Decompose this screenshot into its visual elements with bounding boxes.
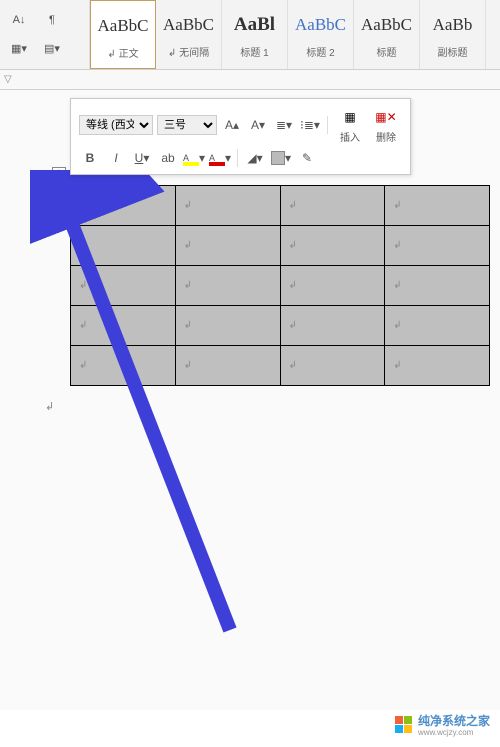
table-cell[interactable]: ↲ — [71, 306, 176, 346]
delete-table-icon: ▦✕ — [374, 105, 398, 129]
ruler[interactable]: ▽ — [0, 70, 500, 90]
table-row: ↲ ↲ ↲ ↲ — [71, 306, 490, 346]
table-row: ↲ ↲ ↲ ↲ — [71, 346, 490, 386]
shading-mini-button[interactable]: ◢▾ — [244, 148, 266, 168]
styles-ribbon: A↓ ¶ ▦▾ ▤▾ AaBbC ↲ 正文 AaBbC ↲ 无间隔 AaBl 标… — [0, 0, 500, 70]
bullets-button[interactable]: ≣▾ — [273, 115, 295, 135]
style-preview: AaBbC — [158, 6, 219, 44]
table-row: ↲ ↲ ↲ ↲ — [71, 266, 490, 306]
style-label: 标题 — [356, 44, 417, 59]
delete-group[interactable]: ▦✕ 删除 — [370, 105, 402, 144]
format-painter-button[interactable]: ✎ — [296, 148, 318, 168]
numbering-button[interactable]: ⁝≣▾ — [299, 115, 321, 135]
table-cell[interactable]: ↲ — [71, 226, 176, 266]
table-cell[interactable]: ↲ — [280, 226, 385, 266]
document-canvas[interactable]: 等线 (西文 三号 A▴ A▾ ≣▾ ⁝≣▾ ▦ 插入 ▦✕ 删除 B I U▾… — [0, 90, 500, 710]
font-name-select[interactable]: 等线 (西文 — [79, 115, 153, 135]
style-no-spacing[interactable]: AaBbC ↲ 无间隔 — [156, 0, 222, 69]
font-size-select[interactable]: 三号 — [157, 115, 217, 135]
paragraph-mark: ↲ — [45, 400, 54, 413]
style-preview: AaBbC — [290, 6, 351, 44]
style-label: 标题 1 — [224, 44, 285, 59]
table-cell[interactable]: ↲ — [385, 346, 490, 386]
table-cell[interactable]: ↲ — [175, 306, 280, 346]
style-preview: AaBbC — [93, 7, 153, 45]
style-label: ↲ 无间隔 — [158, 44, 219, 59]
document-table[interactable]: ↲ ↲ ↲ ↲ ↲ ↲ ↲ ↲ ↲ ↲ ↲ ↲ ↲ ↲ ↲ ↲ — [70, 185, 490, 386]
style-title[interactable]: AaBbC 标题 — [354, 0, 420, 69]
highlight-button[interactable]: ab — [157, 148, 179, 168]
watermark-title: 纯净系统之家 — [418, 712, 490, 729]
table-cell[interactable]: ↲ — [385, 186, 490, 226]
style-label: 副标题 — [422, 44, 483, 59]
watermark-logo-icon — [395, 716, 412, 733]
table-cell[interactable]: ↲ — [175, 266, 280, 306]
bold-button[interactable]: B — [79, 148, 101, 168]
table-cell[interactable]: ↲ — [175, 186, 280, 226]
style-subtitle[interactable]: AaBb 副标题 — [420, 0, 486, 69]
table-cell[interactable]: ↲ — [385, 266, 490, 306]
table-move-handle[interactable]: ✥ — [52, 167, 66, 181]
underline-button[interactable]: U▾ — [131, 148, 153, 168]
watermark: 纯净系统之家 www.wcjzy.com — [395, 712, 490, 737]
table-cell[interactable]: ↲ — [385, 306, 490, 346]
font-color-button[interactable]: A▾ — [209, 148, 231, 168]
table-cell[interactable]: ↲ — [71, 346, 176, 386]
ribbon-left-tools: A↓ ¶ ▦▾ ▤▾ — [0, 0, 90, 69]
mini-toolbar: 等线 (西文 三号 A▴ A▾ ≣▾ ⁝≣▾ ▦ 插入 ▦✕ 删除 B I U▾… — [70, 98, 411, 175]
paragraph-marks-button[interactable]: ¶ — [37, 9, 67, 31]
table-cell[interactable]: ↲ — [175, 346, 280, 386]
style-label: ↲ 正文 — [93, 45, 153, 60]
table-cell[interactable]: ↲ — [280, 266, 385, 306]
style-heading-2[interactable]: AaBbC 标题 2 — [288, 0, 354, 69]
italic-button[interactable]: I — [105, 148, 127, 168]
insert-table-icon: ▦ — [338, 105, 362, 129]
table-row: ↲ ↲ ↲ ↲ — [71, 186, 490, 226]
insert-group[interactable]: ▦ 插入 — [334, 105, 366, 144]
table-cell[interactable]: ↲ — [175, 226, 280, 266]
highlight-color-button[interactable]: A▾ — [183, 148, 205, 168]
table-container: ✥ ↲ ↲ ↲ ↲ ↲ ↲ ↲ ↲ ↲ ↲ ↲ ↲ ↲ ↲ — [70, 185, 490, 386]
style-preview: AaBl — [224, 6, 285, 44]
style-heading-1[interactable]: AaBl 标题 1 — [222, 0, 288, 69]
table-cell[interactable]: ↲ — [280, 306, 385, 346]
shrink-font-button[interactable]: A▾ — [247, 115, 269, 135]
sort-button[interactable]: A↓ — [4, 9, 34, 31]
shading-button[interactable]: ▦▾ — [4, 38, 34, 60]
table-cell[interactable]: ↲ — [280, 186, 385, 226]
table-cell[interactable]: ↲ — [280, 346, 385, 386]
table-cell[interactable]: ↲ — [71, 186, 176, 226]
style-normal[interactable]: AaBbC ↲ 正文 — [90, 0, 156, 69]
style-preview: AaBb — [422, 6, 483, 44]
style-label: 标题 2 — [290, 44, 351, 59]
fill-color-button[interactable]: ▾ — [270, 148, 292, 168]
ruler-indent-handle[interactable]: ▽ — [4, 74, 12, 85]
borders-button[interactable]: ▤▾ — [37, 38, 67, 60]
table-cell[interactable]: ↲ — [71, 266, 176, 306]
style-preview: AaBbC — [356, 6, 417, 44]
styles-gallery[interactable]: AaBbC ↲ 正文 AaBbC ↲ 无间隔 AaBl 标题 1 AaBbC 标… — [90, 0, 500, 69]
table-cell[interactable]: ↲ — [385, 226, 490, 266]
table-row: ↲ ↲ ↲ ↲ — [71, 226, 490, 266]
grow-font-button[interactable]: A▴ — [221, 115, 243, 135]
watermark-url: www.wcjzy.com — [418, 728, 490, 737]
